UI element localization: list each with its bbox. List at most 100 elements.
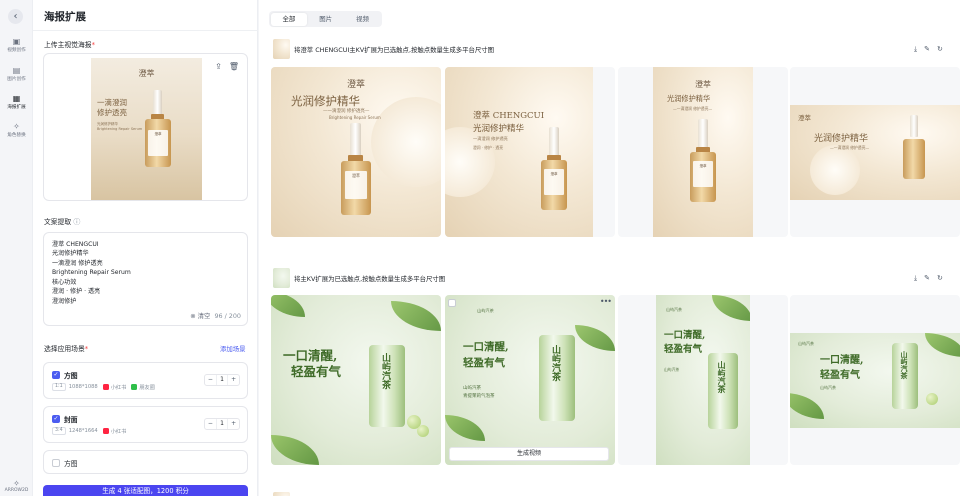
scene-name: 方图 — [64, 460, 78, 468]
preview-headline-1: 一滴澄润 — [97, 98, 127, 107]
decrement-button[interactable]: − — [205, 419, 216, 429]
refresh-icon[interactable]: ↻ — [937, 274, 943, 282]
poster-brand: 山屿汽茶 — [477, 308, 494, 313]
upload-label-text: 上传主视觉海报 — [44, 41, 92, 49]
tab-images[interactable]: 图片 — [307, 13, 344, 26]
upload-actions: ⇪ 🗑︎ — [208, 62, 239, 71]
copy-line: 核心功效 — [52, 278, 77, 286]
tab-all[interactable]: 全部 — [270, 12, 308, 26]
can-text: 山屿汽茶 — [900, 351, 909, 379]
upload-icon[interactable]: ⇪ — [215, 62, 222, 71]
result-card[interactable]: 澄萃 光润修护精华 —一滴澄润 修护透亮— 澄萃 — [618, 67, 788, 237]
quantity-stepper[interactable]: − 1 + — [204, 374, 240, 386]
poster-subline: 一滴澄润 修护透亮 — [473, 136, 508, 141]
poster-headline: 光润修护精华 — [667, 94, 711, 103]
poster-headline: 光润修护精华 — [473, 124, 525, 134]
increment-button[interactable]: + — [228, 419, 239, 429]
poster-subline: —一滴澄润 修护透亮— — [673, 106, 713, 111]
result-card[interactable]: 一口清醒, 轻盈有气 山屿汽茶 — [271, 295, 441, 465]
leaf-decoration — [712, 295, 750, 321]
leaf-decoration — [271, 295, 305, 317]
result-card[interactable]: 山屿汽茶 一口清醒, 轻盈有气 山屿汽茶 山屿汽茶 — [618, 295, 788, 465]
divider — [33, 30, 258, 31]
quantity-value[interactable]: 1 — [215, 375, 229, 385]
delete-icon[interactable]: 🗑︎ — [229, 62, 239, 71]
role-replace-icon: ✧ — [13, 122, 20, 131]
add-scene-link[interactable]: 添加场景 — [220, 344, 246, 353]
rail-item-role-replace[interactable]: ✧ 角色替换 — [0, 122, 33, 139]
rail-item-video-create[interactable]: ▣ 视频创作 — [0, 37, 33, 54]
can-text: 山屿汽茶 — [550, 345, 560, 381]
tea-poster: 山屿汽茶 一口清醒, 轻盈有气 山屿汽茶 青提茉莉气泡茶 山屿汽茶 — [445, 295, 615, 465]
poster-headline: 轻盈有气 — [820, 370, 860, 381]
can-text: 山屿汽茶 — [717, 361, 727, 393]
refresh-icon[interactable]: ↻ — [937, 45, 943, 53]
poster-headline: 一口清醒, — [463, 341, 509, 353]
task-thumbnail — [273, 268, 290, 288]
rail-item-poster-expand[interactable]: ▦ 海报扩展 — [0, 94, 33, 111]
rail-bottom-brand: ✧ ARROW2D — [0, 480, 33, 494]
rail-bottom-label: ARROW2D — [4, 488, 29, 493]
more-icon[interactable]: ••• — [600, 297, 612, 306]
select-checkbox[interactable] — [448, 299, 456, 307]
rail-item-image-create[interactable]: ▤ 图片创作 — [0, 66, 33, 83]
back-icon[interactable]: ‹ — [8, 9, 23, 24]
result-card[interactable]: 山屿汽茶 一口清醒, 轻盈有气 山屿汽茶 青提茉莉气泡茶 山屿汽茶 ••• 生成… — [445, 295, 615, 465]
copy-textarea[interactable]: 澄萃 CHENGCUI 光润修护精华 一滴澄润 修护透亮 Brightening… — [43, 232, 248, 326]
copy-text-content[interactable]: 澄萃 CHENGCUI 光润修护精华 一滴澄润 修护透亮 Brightening… — [52, 240, 242, 316]
result-card[interactable]: 山屿汽茶 一口清醒, 轻盈有气 山屿汽茶 山屿汽茶 — [790, 295, 960, 465]
result-card[interactable]: 澄萃 光润修护精华 —一滴澄润 修护透亮— — [790, 67, 960, 237]
serum-poster: 澄萃 光润修护精华 —一滴澄润 修护透亮— 澄萃 — [653, 67, 753, 237]
preview-headline-2: 修护透亮 — [97, 108, 127, 117]
quantity-stepper[interactable]: − 1 + — [204, 418, 240, 430]
bottle-dropper — [698, 119, 708, 149]
result-card[interactable]: 澄萃 CHENGCUI 光润修护精华 一滴澄润 修护透亮 澄润 · 修护 · 透… — [445, 67, 615, 237]
generate-button[interactable]: 生成 4 张适配图，1200 积分 — [43, 485, 248, 496]
poster-subline: 山屿汽茶 — [664, 367, 680, 372]
edit-icon[interactable]: ✎ — [924, 45, 930, 53]
leaf-decoration — [445, 415, 485, 441]
serum-poster: 澄萃 光润修护精华 —一滴澄润 修护透亮— Brightening Repair… — [271, 67, 441, 237]
grape-decoration — [926, 393, 938, 405]
copy-line: 澄萃 CHENGCUI — [52, 241, 99, 248]
leaf-decoration — [271, 435, 319, 465]
scene-card-cover[interactable]: ✓ 封面 3:4 1248*1664 小红书 − 1 + — [43, 406, 248, 443]
increment-button[interactable]: + — [228, 375, 239, 385]
tab-videos[interactable]: 视频 — [344, 13, 381, 26]
download-icon[interactable]: ⤓ — [914, 45, 917, 53]
scene-card-square[interactable]: ✓ 方图 1:1 1088*1088 小红书 朋友圈 − 1 + — [43, 362, 248, 399]
poster-expand-icon: ▦ — [12, 94, 21, 103]
uploaded-poster-preview: 澄萃 一滴澄润 修护透亮 光润修护精华 Brightening Repair S… — [91, 58, 202, 200]
leaf-decoration — [790, 393, 824, 419]
bottle-dropper — [350, 123, 361, 157]
platform-label: 小红书 — [110, 428, 127, 435]
upload-dropzone[interactable]: 澄萃 一滴澄润 修护透亮 光润修护精华 Brightening Repair S… — [43, 53, 248, 201]
scene-checkbox[interactable] — [52, 459, 60, 467]
page-title: 海报扩展 — [44, 11, 86, 23]
clear-button[interactable]: ⊗ 清空 — [190, 312, 210, 320]
help-icon[interactable]: ⓘ — [73, 218, 80, 226]
generate-video-button[interactable]: 生成视频 — [449, 447, 609, 461]
serum-poster: 澄萃 光润修护精华 —一滴澄润 修护透亮— — [790, 105, 960, 200]
edit-icon[interactable]: ✎ — [924, 274, 930, 282]
results-area: 全部 图片 视频 将澄萃 CHENGCUI主KV扩展为已选触点,按触点数量生成多… — [259, 0, 960, 496]
scene-card-square-2[interactable]: 方图 — [43, 450, 248, 474]
flower-decoration — [371, 97, 441, 187]
bottle-dropper — [549, 127, 559, 157]
decrement-button[interactable]: − — [205, 375, 216, 385]
xiaohongshu-icon — [102, 428, 109, 434]
quantity-value[interactable]: 1 — [215, 419, 229, 429]
serum-bottle — [903, 139, 925, 179]
poster-subline: 山屿汽茶 — [820, 385, 836, 390]
result-card[interactable]: 澄萃 光润修护精华 —一滴澄润 修护透亮— Brightening Repair… — [271, 67, 441, 237]
poster-expand-panel: 海报扩展 上传主视觉海报* 澄萃 一滴澄润 修护透亮 光润修护精华 Bright… — [33, 0, 258, 496]
poster-headline: 轻盈有气 — [291, 364, 342, 379]
scene-checkbox[interactable]: ✓ — [52, 415, 60, 423]
ratio-tag: 1:1 — [52, 383, 66, 391]
scene-checkbox[interactable]: ✓ — [52, 371, 60, 379]
ratio-tag: 3:4 — [52, 427, 66, 435]
download-icon[interactable]: ⤓ — [914, 274, 917, 282]
leaf-decoration — [391, 301, 441, 331]
scene-size: 1088*1088 — [68, 384, 98, 390]
diamond-icon: ✧ — [13, 479, 20, 488]
